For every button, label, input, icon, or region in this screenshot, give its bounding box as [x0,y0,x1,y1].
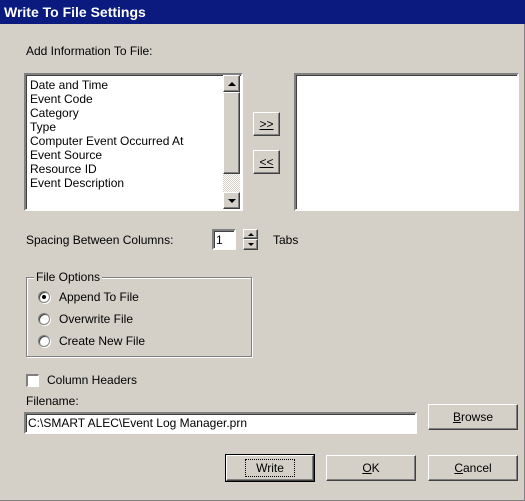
arrow-up-icon [227,81,236,86]
scroll-down-button[interactable] [223,192,240,209]
spin-up-button[interactable] [243,229,258,239]
add-item-label: >> [259,117,274,131]
spacing-input[interactable]: 1 [212,229,236,250]
spacing-spinner[interactable] [243,229,258,250]
spacing-label: Spacing Between Columns: [26,233,174,247]
list-item[interactable]: Event Description [28,176,221,190]
dialog-title: Write To File Settings [0,0,525,24]
list-item[interactable]: Type [28,120,221,134]
write-button-face: Write [226,455,314,481]
list-item[interactable]: Resource ID [28,162,221,176]
add-info-label: Add Information To File: [26,44,153,58]
column-headers-label: Column Headers [47,373,138,387]
vertical-scrollbar[interactable] [223,75,240,209]
list-item[interactable]: Category [28,106,221,120]
radio-button[interactable] [38,291,50,303]
write-button-label: Write [256,461,284,475]
radio-append[interactable]: Append To File [38,290,139,304]
spacing-value: 1 [216,233,223,247]
radio-append-label: Append To File [59,290,139,304]
radio-create-new[interactable]: Create New File [38,334,145,348]
write-button[interactable]: Write [225,454,315,482]
add-item-button[interactable]: >> [253,112,280,136]
column-headers-checkbox-row[interactable]: Column Headers [26,373,137,387]
list-item[interactable]: Event Code [28,92,221,106]
ok-button-label: OK [362,461,380,475]
file-options-legend: File Options [34,270,103,284]
available-items-listbox[interactable]: Date and Time Event Code Category Type C… [24,73,243,211]
list-item[interactable]: Date and Time [28,78,221,92]
radio-overwrite[interactable]: Overwrite File [38,312,133,326]
list-item[interactable]: Event Source [28,148,221,162]
radio-button[interactable] [38,313,50,325]
cancel-button-label: Cancel [454,461,492,475]
scroll-up-button[interactable] [223,75,240,92]
spacing-unit: Tabs [273,233,299,247]
remove-item-button[interactable]: << [253,150,280,174]
ok-button[interactable]: OK [326,455,416,481]
column-headers-checkbox[interactable] [26,373,39,387]
radio-button[interactable] [38,335,50,347]
arrow-up-icon [247,232,254,236]
arrow-down-icon [227,198,236,203]
filename-value: C:\SMART ALEC\Event Log Manager.prn [28,416,248,430]
filename-label: Filename: [26,394,79,408]
browse-button-label: Browse [452,410,494,424]
remove-item-label: << [259,155,274,169]
arrow-down-icon [247,243,254,246]
radio-overwrite-label: Overwrite File [59,312,134,326]
available-items-list: Date and Time Event Code Category Type C… [28,78,221,190]
list-item[interactable]: Computer Event Occurred At [28,134,221,148]
browse-button[interactable]: Browse [428,404,518,430]
radio-selected-dot [42,295,46,299]
cancel-button[interactable]: Cancel [428,455,518,481]
write-to-file-dialog: Write To File Settings Add Information T… [0,0,525,501]
write-button-focus: Write [245,459,295,477]
spin-down-button[interactable] [243,239,258,250]
scroll-thumb[interactable] [223,92,240,174]
scroll-track[interactable] [223,174,240,192]
filename-input[interactable]: C:\SMART ALEC\Event Log Manager.prn [24,412,417,434]
selected-items-listbox[interactable] [294,73,519,211]
radio-create-new-label: Create New File [59,334,146,348]
